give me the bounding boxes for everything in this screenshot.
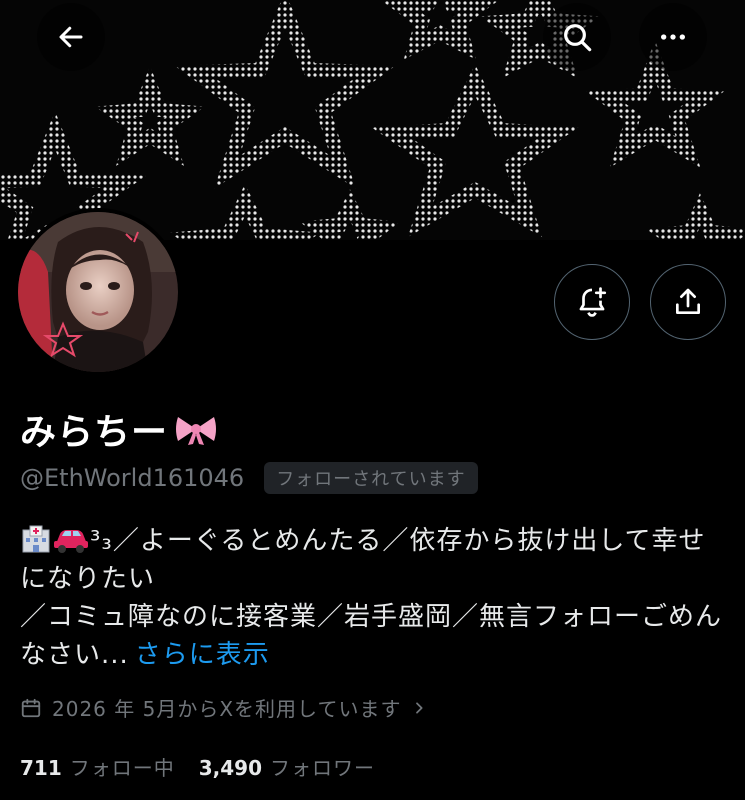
notify-button[interactable] (554, 264, 630, 340)
ribbon-icon (176, 417, 217, 445)
chevron-right-icon (416, 701, 423, 714)
profile-banner[interactable] (0, 0, 745, 240)
bio-text-1: ³₃／よーぐるとめんたる／依存から抜け出して幸せになりたい (20, 526, 706, 594)
username-handle: @EthWorld161046 (20, 464, 245, 492)
following-link[interactable]: 711 フォロー中 (20, 752, 175, 781)
search-button[interactable] (543, 3, 611, 71)
following-label: フォロー中 (69, 756, 175, 780)
profile-bio: ³₃／よーぐるとめんたる／依存から抜け出して幸せになりたい ／コミュ障なのに接客… (20, 522, 730, 674)
avatar-photo (18, 212, 178, 372)
bell-plus-icon (579, 287, 607, 317)
display-name-text: みらちー (20, 412, 169, 453)
followers-label: フォロワー (270, 756, 376, 780)
bio-text-2: ／コミュ障なのに接客業／岩手盛岡／無言フォローごめんなさい... (20, 602, 723, 670)
banner-stars-image (0, 0, 745, 240)
bio-line-2: ／コミュ障なのに接客業／岩手盛岡／無言フォローごめんなさい... さらに表示 (20, 598, 730, 674)
bio-line-1: ³₃／よーぐるとめんたる／依存から抜け出して幸せになりたい (20, 522, 730, 598)
back-button[interactable] (37, 3, 105, 71)
profile-avatar[interactable] (14, 208, 182, 376)
followers-count: 3,490 (198, 756, 263, 780)
follows-you-badge: フォローされています (264, 462, 478, 494)
show-more-link[interactable]: さらに表示 (135, 640, 270, 670)
search-icon (564, 24, 592, 52)
display-name: みらちー (20, 403, 218, 455)
car-icon (54, 530, 88, 553)
arrow-left-icon (59, 26, 83, 48)
handle-row: @EthWorld161046 フォローされています (20, 462, 478, 494)
joined-date[interactable]: 2026 年 5月からXを利用しています (20, 693, 427, 722)
followers-link[interactable]: 3,490 フォロワー (199, 752, 375, 781)
share-icon (676, 288, 700, 314)
joined-text: 2026 年 5月からXを利用しています (52, 697, 402, 721)
following-count: 711 (20, 756, 62, 780)
calendar-icon (21, 698, 41, 717)
share-button[interactable] (650, 264, 726, 340)
more-horizontal-icon (661, 34, 685, 40)
more-button[interactable] (639, 3, 707, 71)
hospital-icon (22, 525, 50, 553)
follow-stats: 711 フォロー中 3,490 フォロワー (20, 752, 375, 781)
